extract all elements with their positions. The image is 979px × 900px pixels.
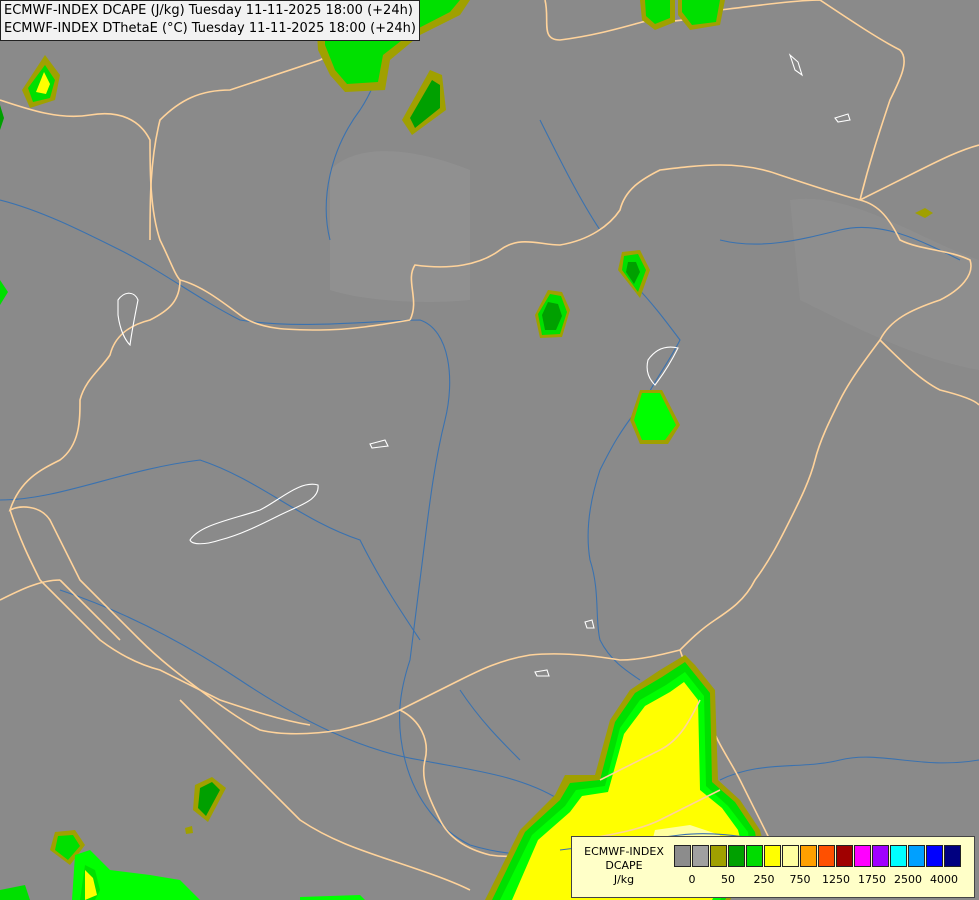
legend-swatches [674,845,962,867]
map-title-box: ECMWF-INDEX DCAPE (J/kg) Tuesday 11-11-2… [0,0,420,41]
legend-tick-label: 1750 [858,873,886,886]
legend-swatch-4 [746,845,763,867]
legend-swatch-13 [908,845,925,867]
legend-swatch-7 [800,845,817,867]
legend-unit: J/kg [613,873,635,886]
legend-tick-label: 4000 [930,873,958,886]
legend-swatch-9 [836,845,853,867]
legend-tick-label: 0 [688,873,696,886]
legend-tick-label: 750 [789,873,811,886]
legend-swatch-1 [692,845,709,867]
legend-tick-label: 1250 [822,873,850,886]
color-legend: ECMWF-INDEX DCAPE J/kg 0 50 250 750 1250 1750… [571,836,975,898]
legend-parameter: DCAPE [605,859,643,872]
legend-tick-label: 2500 [894,873,922,886]
legend-swatch-12 [890,845,907,867]
legend-swatch-2 [710,845,727,867]
light-shading [330,151,470,302]
map-title-dcape: ECMWF-INDEX DCAPE (J/kg) Tuesday 11-11-2… [4,3,413,18]
legend-swatch-5 [764,845,781,867]
legend-swatch-8 [818,845,835,867]
legend-model-name: ECMWF-INDEX [584,845,664,858]
legend-label: ECMWF-INDEX DCAPE J/kg [576,845,672,887]
legend-swatch-10 [854,845,871,867]
legend-swatch-14 [926,845,943,867]
map-canvas [0,0,979,900]
legend-ticks: 0 50 250 750 1250 1750 2500 4000 [674,873,974,889]
legend-swatch-6 [782,845,799,867]
map-title-dthetae: ECMWF-INDEX DThetaE (°C) Tuesday 11-11-2… [4,21,416,36]
legend-swatch-11 [872,845,889,867]
legend-swatch-0 [674,845,691,867]
legend-tick-label: 50 [721,873,735,886]
legend-tick-label: 250 [753,873,775,886]
legend-swatch-3 [728,845,745,867]
legend-swatch-15 [944,845,961,867]
